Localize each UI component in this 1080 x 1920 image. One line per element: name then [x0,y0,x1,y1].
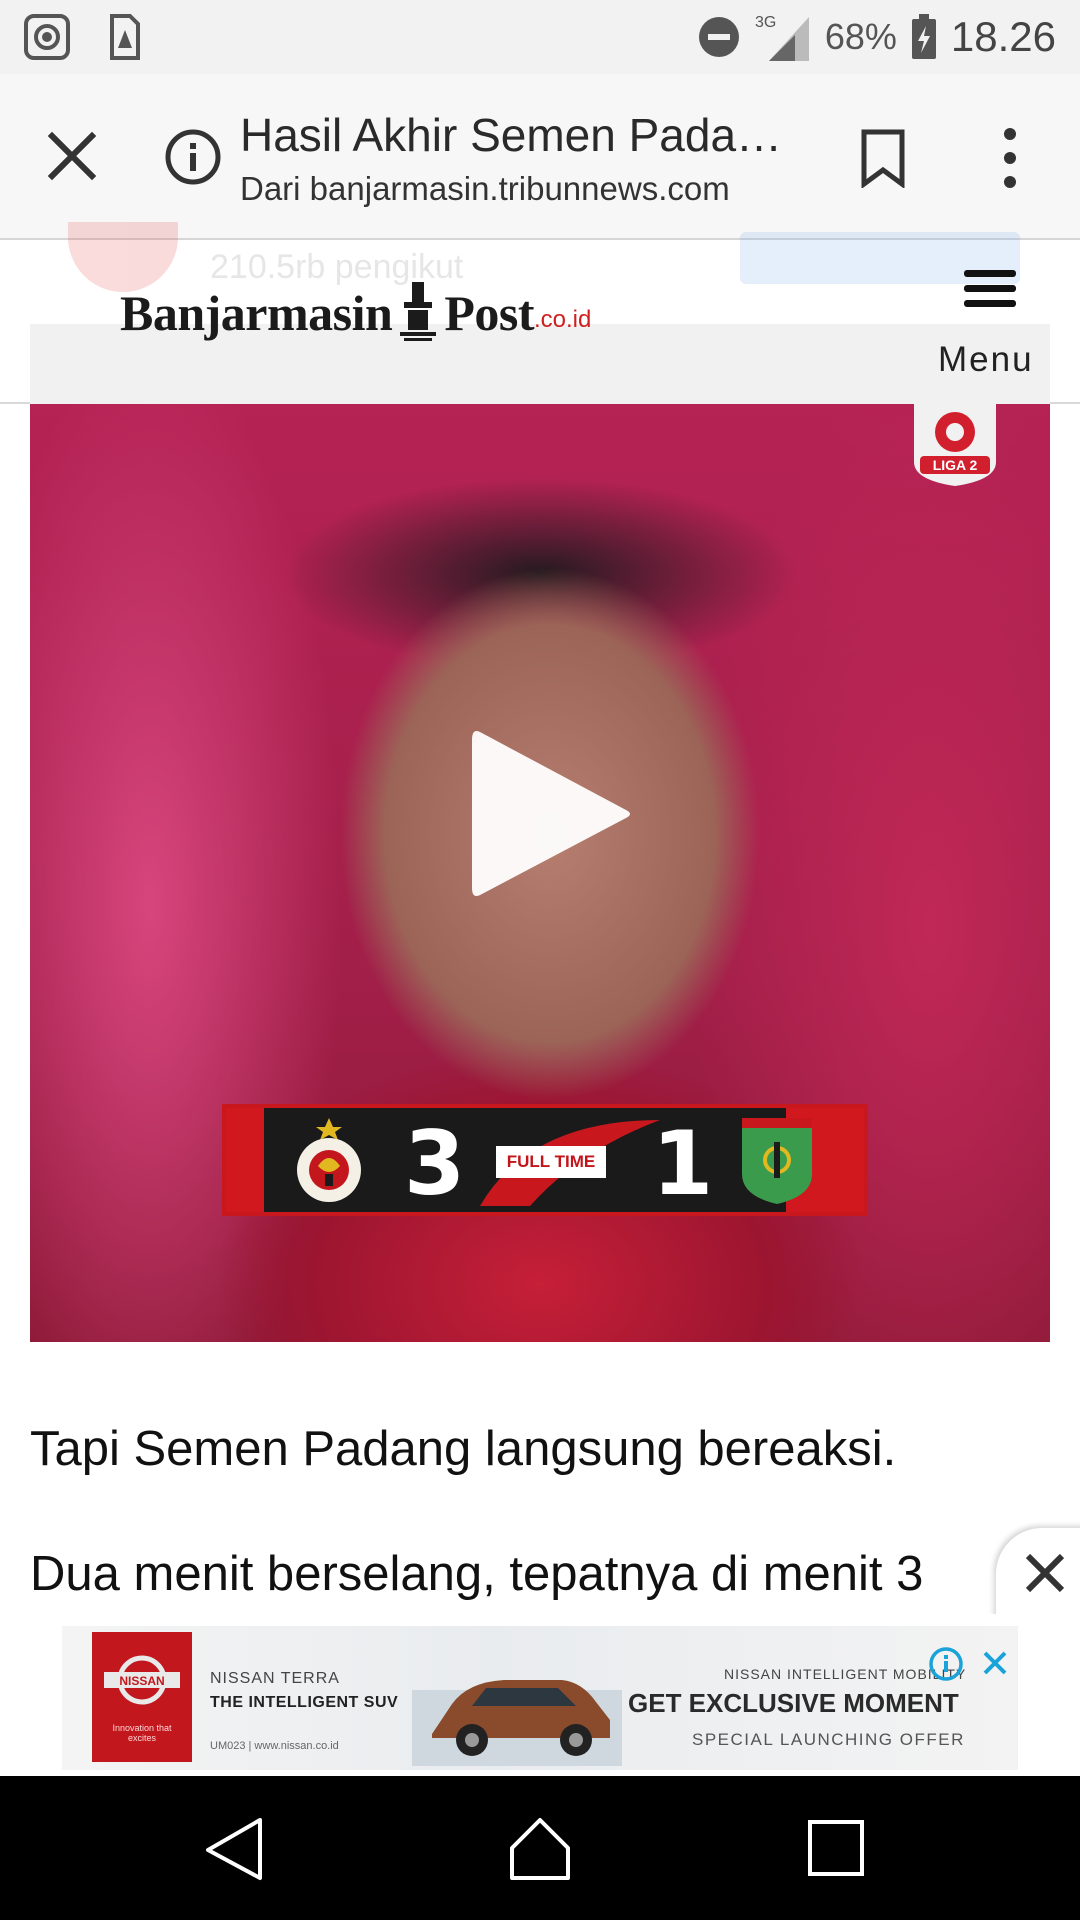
ad-tagline: THE INTELLIGENT SUV [210,1694,399,1711]
persita-crest-icon [736,1118,818,1204]
nissan-logo: NISSAN Innovation that excites [92,1632,192,1762]
signal-icon: 3G [755,11,811,63]
hamburger-menu-icon[interactable] [962,268,1018,310]
ad-choices-info-icon[interactable] [928,1646,964,1682]
site-logo[interactable]: Banjarmasin Post .co.id [120,280,591,342]
battery-charging-icon [911,14,937,60]
bookmark-icon[interactable] [860,128,906,189]
page-title: Hasil Akhir Semen Padang vs Persita [240,109,800,161]
do-not-disturb-icon [697,15,741,59]
nissan-emblem-icon: NISSAN [104,1654,180,1706]
home-icon[interactable] [504,1812,576,1884]
ad-dismiss-icon[interactable] [980,1648,1010,1678]
custom-tab-toolbar: Hasil Akhir Semen Padang vs Persita Dari… [0,74,1080,240]
away-score: 1 [652,1112,714,1215]
close-icon[interactable] [44,128,100,184]
logo-text-left: Banjarmasin [120,285,393,341]
status-bar: 3G 68% 18.26 [0,0,1080,74]
ad-offer: SPECIAL LAUNCHING OFFER [692,1730,965,1749]
video-player[interactable]: LIGA 2 3 FULL TIME 1 [30,404,1050,1342]
article-paragraph: Dua menit berselang, tepatnya di menit 3 [30,1546,924,1601]
ad-close-tab[interactable] [996,1528,1080,1620]
sim-alert-icon [108,14,140,60]
logo-suffix: .co.id [533,306,592,333]
home-score: 3 [404,1112,466,1215]
liga-2-badge: LIGA 2 [910,404,1000,488]
logo-text-right: Post [444,285,534,341]
menu-label[interactable]: Menu [938,340,1034,380]
article-paragraph: Tapi Semen Padang langsung bereaksi. [30,1422,897,1476]
article-body: Tapi Semen Padang langsung bereaksi. Dua… [30,1420,1050,1604]
play-icon[interactable] [450,714,640,914]
ad-container: NISSAN Innovation that excites NISSAN TE… [0,1614,1080,1776]
score-overlay: 3 FULL TIME 1 [222,1104,868,1216]
suv-car-image [412,1630,622,1766]
logo-mascot-icon [396,280,440,342]
semen-padang-crest-icon [288,1118,370,1204]
svg-text:LIGA 2: LIGA 2 [933,457,978,473]
ad-small-print: UM023 | www.nissan.co.id [210,1740,339,1752]
screen-record-icon [24,14,70,60]
match-status-badge: FULL TIME [496,1146,606,1178]
clock: 18.26 [950,13,1056,60]
ad-model: NISSAN TERRA [210,1670,340,1687]
battery-percent: 68% [824,16,897,57]
svg-text:3G: 3G [755,14,776,31]
screen: 3G 68% 18.26 Hasil Akhir Semen Padang vs… [0,0,1080,1920]
ad-headline: GET EXCLUSIVE MOMENT [628,1688,959,1718]
recents-icon[interactable] [800,1812,872,1884]
scoreboard-accent-left [226,1108,264,1212]
page-url: Dari banjarmasin.tribunnews.com [240,170,730,207]
svg-text:NISSAN: NISSAN [119,1674,164,1688]
nissan-logo-caption: Innovation that excites [112,1723,172,1743]
close-icon[interactable] [1022,1550,1068,1596]
back-icon[interactable] [198,1812,270,1884]
nissan-ad-banner[interactable]: NISSAN Innovation that excites NISSAN TE… [62,1626,1018,1770]
info-icon[interactable] [164,128,222,186]
site-header: 210.5rb pengikut Banjarmasin Post .co.id… [0,222,1080,404]
more-vert-icon[interactable] [996,126,1024,190]
system-nav-bar [0,1776,1080,1920]
